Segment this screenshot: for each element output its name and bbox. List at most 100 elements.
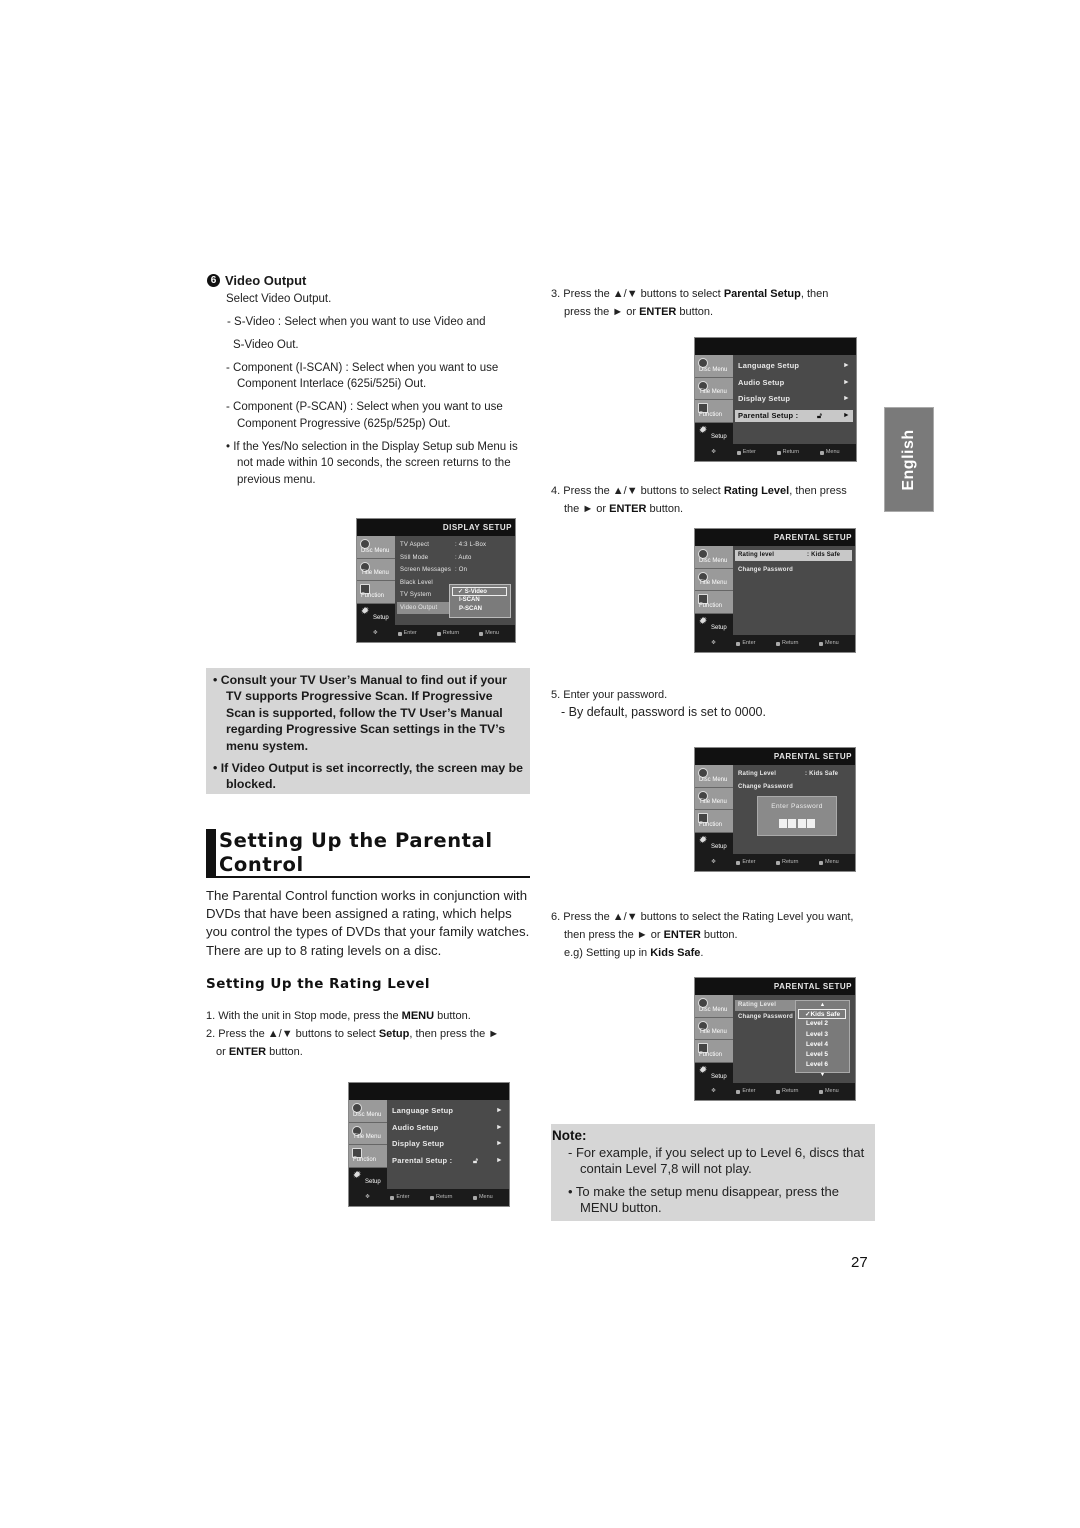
osd-tab-title-menu: Title Menu (349, 1122, 387, 1145)
osd-bottom-bar: ✥ Enter Return Menu (695, 854, 855, 871)
osd-tab-title-menu: Title Menu (695, 787, 733, 810)
osd-enter-hint: Enter (397, 625, 417, 642)
section-title: Setting Up the Parental Control (219, 829, 493, 876)
osd-side-tabs: Disc Menu Title Menu Function ✹ Setup (695, 995, 733, 1085)
osd-title-bar (695, 338, 856, 355)
note-item: - For example, if you select up to Level… (568, 1145, 865, 1176)
osd-row: Audio Setup ► (389, 1120, 506, 1137)
enter-password-label: Enter Password (771, 803, 823, 810)
osd-tab-function: Function (695, 810, 733, 833)
osd-menu-hint: Menu (479, 625, 499, 642)
osd-row: Display Setup ► (389, 1136, 506, 1153)
scroll-down-icon[interactable]: ▼ (796, 1071, 849, 1079)
rating-level-dropdown[interactable]: ▲ ✓Kids Safe Level 2 Level 3 Level 4 Lev… (795, 1000, 850, 1078)
step-3: 3. Press the ▲/▼ buttons to select Paren… (551, 288, 829, 318)
nav-pad-icon: ✥ (711, 640, 716, 646)
rating-option[interactable]: Level 6 (796, 1060, 849, 1070)
osd-menu-hint: Menu (472, 1189, 493, 1206)
video-output-description: Select Video Output. - S-Video : Select … (226, 291, 531, 495)
osd-tab-function: Function (695, 591, 733, 614)
rating-option-selected[interactable]: ✓Kids Safe (798, 1009, 846, 1020)
gear-icon: ✹ (698, 1064, 707, 1076)
arrow-right-icon: ► (495, 1123, 503, 1131)
osd-row-selected: Video Output (397, 601, 449, 614)
osd-menu: Language Setup ► Audio Setup ► Display Set… (735, 358, 853, 424)
note-box: Note: - For example, if you select up to… (551, 1124, 875, 1221)
nav-pad-icon: ✥ (711, 859, 716, 865)
parental-setup-screen-1: PARENTAL SETUP Disc Menu Title Menu Func… (694, 528, 856, 653)
video-output-popup: ✓ S-Video I-SCAN P-SCAN (449, 584, 511, 618)
arrow-right-icon: ► (842, 378, 850, 386)
note-title: Note: (552, 1128, 587, 1143)
arrow-right-icon: ► (842, 395, 850, 402)
parental-setup-screen-2: PARENTAL SETUP Disc Menu Title Menu Func… (694, 747, 856, 872)
enter-password-dialog: Enter Password (757, 796, 837, 836)
osd-return-hint: Return (775, 854, 798, 871)
page-number: 27 (851, 1254, 868, 1271)
osd-tab-title-menu: Title Menu (695, 568, 733, 591)
osd-bottom-bar: ✥ Enter Return Menu (695, 444, 856, 461)
osd-tab-disc-menu: Disc Menu (695, 765, 733, 788)
osd-row: Screen Messages: On (400, 567, 468, 573)
osd-side-tabs: Disc Menu Title Menu Function ✹ Setup (349, 1100, 387, 1190)
osd-tab-setup: ✹ Setup (357, 603, 395, 626)
osd-enter-hint: Enter (736, 444, 756, 461)
vo-line: Select Video Output. (226, 293, 332, 305)
osd-title-bar (349, 1083, 509, 1100)
setup-menu-screen-2: Disc Menu Title Menu Function ✹ Setup Lan… (694, 337, 857, 462)
lock-icon: 🔓︎ (817, 410, 823, 420)
osd-side-tabs: Disc Menu Title Menu Function ✹ Setup (695, 546, 733, 636)
setup-menu-screen-1: Disc Menu Title Menu Function ✹ Setup Lan… (348, 1082, 510, 1207)
language-tab-label: English (900, 428, 917, 491)
osd-return-hint: Return (436, 625, 459, 642)
subsection-title: Setting Up the Rating Level (206, 976, 431, 992)
osd-menu: Rating level: Kids Safe Change Password (735, 549, 852, 576)
section-intro: The Parental Control function works in c… (206, 888, 530, 958)
vo-line: - S-Video : Select when you want to use … (227, 316, 486, 328)
osd-enter-hint: Enter (736, 1083, 755, 1100)
arrow-right-icon: ► (842, 362, 850, 369)
vo-line: - Component (I-SCAN) : Select when you w… (226, 361, 499, 391)
popup-option-selected: ✓ S-Video (452, 587, 507, 596)
osd-tab-setup: ✹ Setup (695, 613, 733, 636)
notice-item: • Consult your TV User’s Manual to find … (213, 673, 507, 753)
step-number-badge: 6 (207, 274, 220, 287)
osd-row: Display Setup ► (735, 391, 853, 408)
osd-enter-hint: Enter (736, 854, 755, 871)
nav-pad-icon: ✥ (372, 630, 378, 636)
osd-tab-disc-menu: Disc Menu (695, 546, 733, 569)
scroll-up-icon[interactable]: ▲ (796, 1001, 849, 1009)
rating-option[interactable]: Level 4 (796, 1040, 849, 1050)
step-6: 6. Press the ▲/▼ buttons to select the R… (551, 911, 854, 959)
nav-pad-icon: ✥ (365, 1194, 370, 1200)
osd-row: TV Aspect: 4:3 L-Box (400, 542, 487, 548)
osd-menu: Language Setup ► Audio Setup ► Display Set… (389, 1103, 506, 1169)
osd-row: Language Setup ► (389, 1103, 506, 1120)
osd-menu-hint: Menu (818, 854, 839, 871)
section-heading: Setting Up the Parental Control (206, 829, 530, 878)
step-4: 4. Press the ▲/▼ buttons to select Ratin… (551, 485, 847, 515)
parental-setup-screen-3: PARENTAL SETUP Disc Menu Title Menu Func… (694, 977, 856, 1101)
arrow-right-icon: ► (495, 1140, 503, 1147)
arrow-right-icon: ► (495, 1156, 503, 1164)
osd-title: PARENTAL SETUP (695, 978, 855, 995)
osd-tab-setup: ✹ Setup (695, 832, 733, 855)
osd-tab-setup: ✹ Setup (349, 1167, 387, 1190)
popup-option: I-SCAN (459, 597, 480, 603)
osd-row: Change Password (738, 566, 794, 573)
rating-option[interactable]: Level 3 (796, 1030, 849, 1040)
gear-icon: ✹ (698, 615, 707, 627)
osd-return-hint: Return (429, 1189, 452, 1206)
osd-tab-function: Function (695, 1040, 733, 1063)
osd-tab-disc-menu: Disc Menu (695, 995, 733, 1018)
password-input[interactable] (758, 819, 836, 828)
osd-row-selected: Rating Level (735, 1000, 795, 1011)
osd-tab-function: Function (357, 581, 395, 604)
popup-option: P-SCAN (459, 606, 483, 612)
rating-option[interactable]: Level 5 (796, 1050, 849, 1060)
rating-option[interactable]: Level 2 (796, 1019, 849, 1029)
vo-line: - Component (P-SCAN) : Select when you w… (226, 401, 503, 430)
osd-tab-title-menu: Title Menu (357, 558, 395, 581)
arrow-right-icon: ► (842, 411, 850, 419)
osd-row-highlighted: Rating level: Kids Safe (735, 550, 852, 561)
